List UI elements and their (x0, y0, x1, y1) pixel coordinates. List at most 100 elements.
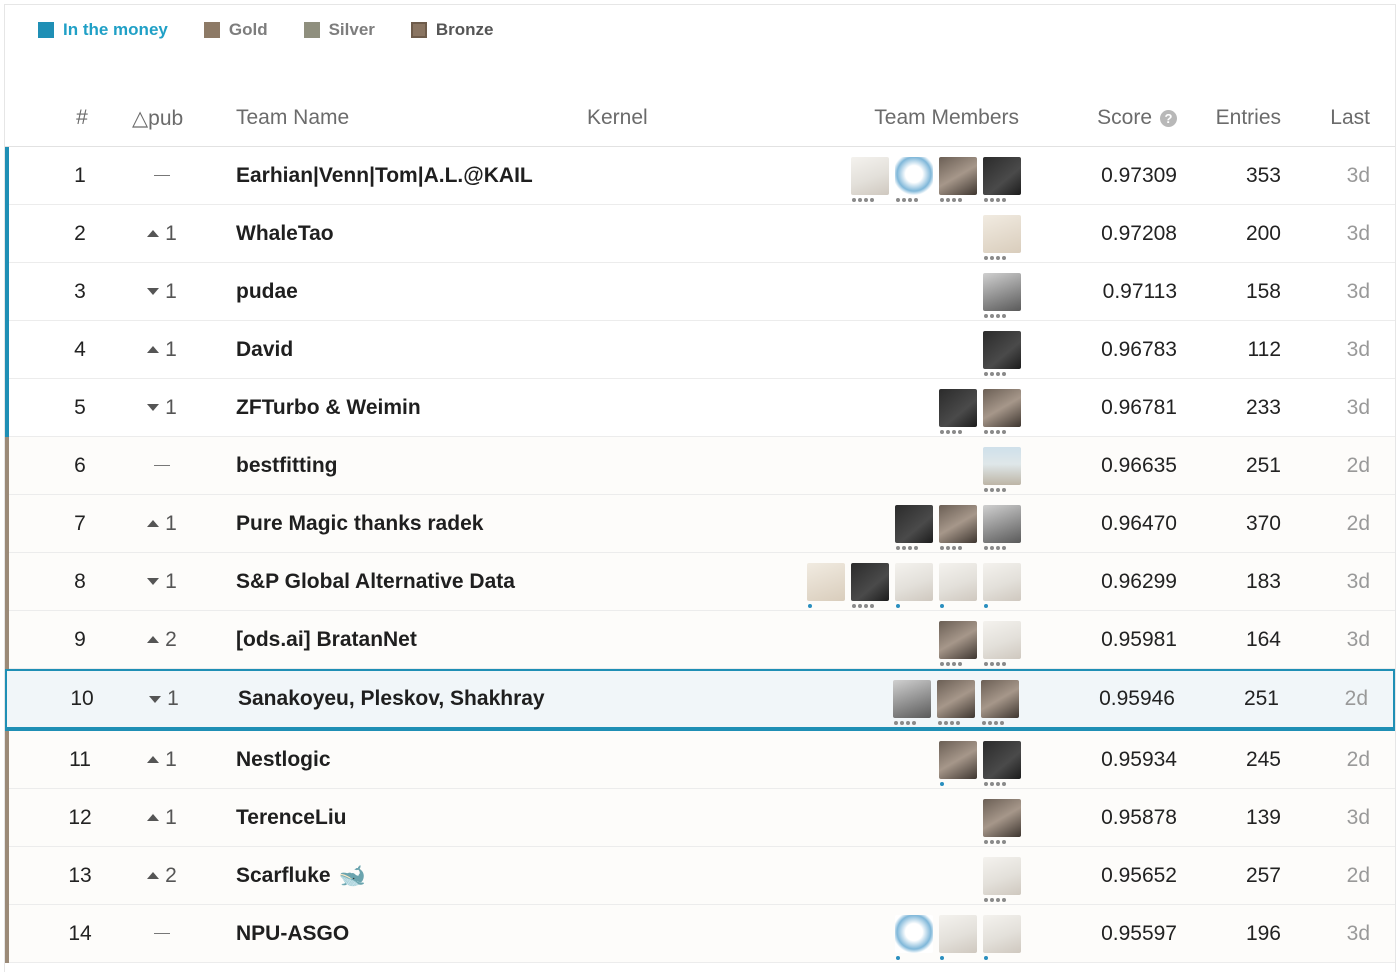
member-avatar[interactable] (851, 562, 889, 608)
tier-dots-icon (852, 603, 876, 608)
team-name-cell[interactable]: Nestlogic (236, 731, 331, 788)
team-name[interactable]: bestfitting (236, 454, 337, 478)
table-row[interactable]: 6 bestfitting 0.96635 251 2d (5, 437, 1395, 495)
help-icon[interactable]: ? (1160, 109, 1177, 127)
table-row[interactable]: 8 1 S&P Global Alternative Data 0.96299 183 3… (5, 553, 1395, 611)
team-name[interactable]: TerenceLiu (236, 806, 346, 830)
column-delta-header[interactable]: △pub (132, 106, 183, 131)
arrow-up-icon (147, 346, 160, 353)
team-name[interactable]: ZFTurbo & Weimin (236, 396, 421, 420)
member-avatar[interactable] (895, 156, 933, 202)
table-row[interactable]: 14 NPU-ASGO 0.95597 196 3d (5, 905, 1395, 963)
team-name-cell[interactable]: S&P Global Alternative Data (236, 553, 515, 610)
table-row[interactable]: 1 Earhian|Venn|Tom|A.L.@KAIL 0.97309 353 3d (5, 147, 1395, 205)
member-avatar[interactable] (939, 914, 977, 960)
team-name[interactable]: [ods.ai] BratanNet (236, 628, 417, 652)
member-avatar[interactable] (807, 562, 845, 608)
team-members-cell (977, 263, 1021, 320)
tier-dots-icon (982, 721, 1006, 725)
member-avatar[interactable] (937, 680, 975, 725)
team-name[interactable]: NPU-ASGO (236, 922, 349, 946)
team-name-cell[interactable]: NPU-ASGO (236, 905, 349, 962)
rank-cell: 7 (74, 511, 86, 535)
team-name[interactable]: Pure Magic thanks radek (236, 512, 483, 536)
member-avatar[interactable] (895, 562, 933, 608)
team-name-cell[interactable]: WhaleTao (236, 205, 334, 262)
entries-cell: 370 (1245, 511, 1281, 535)
member-avatar[interactable] (851, 156, 889, 202)
column-entries-header[interactable]: Entries (1216, 106, 1281, 130)
member-avatar[interactable] (983, 272, 1021, 318)
member-avatar[interactable] (939, 388, 977, 434)
legend-label: Gold (228, 20, 268, 39)
team-name-cell[interactable]: [ods.ai] BratanNet (236, 611, 417, 668)
team-name[interactable]: David (236, 338, 293, 362)
team-members-cell (801, 553, 1021, 610)
member-avatar[interactable] (983, 740, 1021, 786)
member-avatar[interactable] (939, 562, 977, 608)
member-avatar[interactable] (981, 680, 1019, 725)
delta-cell: 1 (132, 263, 192, 320)
member-avatar[interactable] (983, 620, 1021, 666)
team-name[interactable]: S&P Global Alternative Data (236, 570, 515, 594)
team-name[interactable]: Scarfluke (236, 864, 331, 888)
delta-cell (132, 437, 192, 494)
member-avatar[interactable] (895, 914, 933, 960)
member-avatar[interactable] (939, 620, 977, 666)
tier-dots-icon (940, 429, 964, 434)
column-kernel-header[interactable]: Kernel (587, 106, 648, 130)
column-last-header[interactable]: Last (1330, 106, 1370, 130)
member-avatar[interactable] (939, 156, 977, 202)
score-cell: 0.97208 (1101, 221, 1177, 245)
team-name-cell[interactable]: bestfitting (236, 437, 337, 494)
table-row[interactable]: 2 1 WhaleTao 0.97208 200 3d (5, 205, 1395, 263)
column-members-header[interactable]: Team Members (874, 106, 1019, 130)
team-name-cell[interactable]: Earhian|Venn|Tom|A.L.@KAIL (236, 147, 533, 204)
member-avatar[interactable] (983, 156, 1021, 202)
table-row[interactable]: 3 1 pudae 0.97113 158 3d (5, 263, 1395, 321)
table-row[interactable]: 5 1 ZFTurbo & Weimin 0.96781 233 3d (5, 379, 1395, 437)
table-row[interactable]: 12 1 TerenceLiu 0.95878 139 3d (5, 789, 1395, 847)
team-name[interactable]: Nestlogic (236, 748, 331, 772)
tier-dots-icon (940, 781, 946, 786)
team-name-cell[interactable]: pudae (236, 263, 298, 320)
member-avatar[interactable] (983, 798, 1021, 844)
member-avatar[interactable] (895, 504, 933, 550)
member-avatar[interactable] (983, 388, 1021, 434)
member-avatar[interactable] (983, 330, 1021, 376)
table-row[interactable]: 4 1 David 0.96783 112 3d (5, 321, 1395, 379)
column-team-header[interactable]: Team Name (236, 106, 349, 130)
member-avatar[interactable] (983, 562, 1021, 608)
member-avatar[interactable] (983, 504, 1021, 550)
team-name-cell[interactable]: Sanakoyeu, Pleskov, Shakhray (238, 671, 545, 727)
team-name[interactable]: Sanakoyeu, Pleskov, Shakhray (238, 687, 545, 711)
legend-in-the-money[interactable]: In the money (38, 20, 168, 40)
legend-bronze[interactable]: Bronze (410, 20, 494, 40)
column-rank-header[interactable]: # (72, 106, 92, 130)
team-name[interactable]: WhaleTao (236, 222, 334, 246)
member-avatar[interactable] (939, 504, 977, 550)
team-name-cell[interactable]: TerenceLiu (236, 789, 346, 846)
member-avatar[interactable] (893, 680, 931, 725)
table-row[interactable]: 13 2 Scarfluke 🐋 0.95652 257 2d (5, 847, 1395, 905)
legend-gold[interactable]: Gold (203, 20, 268, 40)
team-name[interactable]: pudae (236, 280, 298, 304)
team-name-cell[interactable]: Pure Magic thanks radek (236, 495, 483, 552)
team-name-cell[interactable]: ZFTurbo & Weimin (236, 379, 421, 436)
team-name-cell[interactable]: David (236, 321, 293, 378)
table-row[interactable]: 7 1 Pure Magic thanks radek 0.96470 370 2d (5, 495, 1395, 553)
last-submission-cell: 3d (1346, 569, 1370, 593)
avatar-image (939, 740, 977, 779)
member-avatar[interactable] (939, 740, 977, 786)
table-row[interactable]: 10 1 Sanakoyeu, Pleskov, Shakhray 0.95946 25… (5, 669, 1395, 731)
member-avatar[interactable] (983, 856, 1021, 902)
team-name[interactable]: Earhian|Venn|Tom|A.L.@KAIL (236, 164, 533, 188)
table-row[interactable]: 9 2 [ods.ai] BratanNet 0.95981 164 3d (5, 611, 1395, 669)
member-avatar[interactable] (983, 214, 1021, 260)
column-score-header[interactable]: Score ? (1097, 106, 1177, 130)
member-avatar[interactable] (983, 446, 1021, 492)
table-row[interactable]: 11 1 Nestlogic 0.95934 245 2d (5, 731, 1395, 789)
team-name-cell[interactable]: Scarfluke 🐋 (236, 847, 366, 904)
legend-silver[interactable]: Silver (303, 20, 375, 40)
member-avatar[interactable] (983, 914, 1021, 960)
